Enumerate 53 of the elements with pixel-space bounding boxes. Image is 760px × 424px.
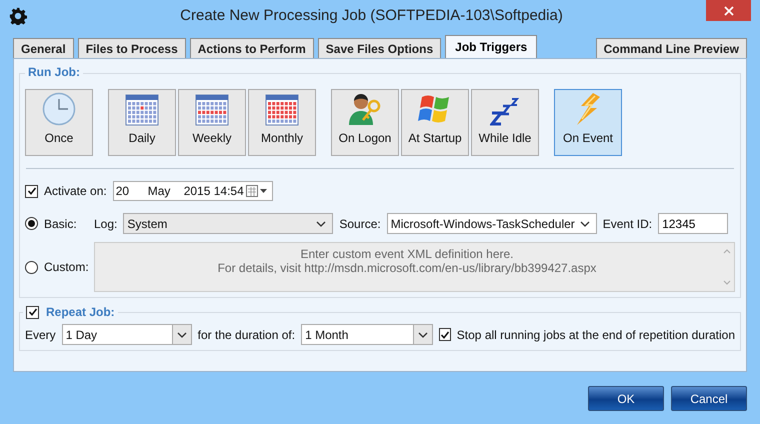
checkbox[interactable] <box>26 306 39 318</box>
tab[interactable]: Files to Process <box>78 38 186 58</box>
date-time-picker[interactable]: 20 May 2015 14:54 <box>112 181 273 201</box>
group-label: Repeat Job: <box>46 305 115 319</box>
tab[interactable]: Actions to Perform <box>190 38 314 58</box>
trigger-button[interactable]: At Startup <box>401 89 469 156</box>
checkbox[interactable] <box>25 184 38 198</box>
calendar-dropdown-icon <box>246 185 268 197</box>
trigger-button[interactable]: On Logon <box>331 89 399 156</box>
trigger-button[interactable]: Daily <box>108 89 176 156</box>
dialog-button[interactable]: OK <box>588 386 664 411</box>
checkbox-label: Activate on: <box>44 184 107 198</box>
checkbox[interactable] <box>438 328 451 341</box>
trigger-button[interactable]: On Event <box>554 89 622 156</box>
field-label: Source: <box>339 216 381 230</box>
window-title: Create New Processing Job (SOFTPEDIA-103\Softpedia) <box>179 7 564 24</box>
sleep-icon <box>490 96 520 126</box>
close-button[interactable] <box>706 0 751 21</box>
calendar-icon <box>265 94 299 126</box>
radio-button[interactable] <box>25 217 38 230</box>
trigger-button[interactable]: Weekly <box>178 89 246 156</box>
event-id-field[interactable]: 12345 <box>658 213 728 234</box>
chevron-down-icon <box>316 220 326 226</box>
chevron-down-icon <box>176 332 187 338</box>
field-label: Log: <box>94 216 118 230</box>
gear-icon[interactable] <box>9 7 27 25</box>
trigger-button[interactable]: Once <box>25 89 93 156</box>
tab[interactable]: Job Triggers <box>445 35 538 58</box>
checkbox-label: Stop all running jobs at the end of repetition duration <box>456 328 735 342</box>
field-label: for the duration of: <box>198 328 296 342</box>
radio-label: Custom: <box>44 260 88 274</box>
duration-dropdown[interactable]: 1 Month <box>301 324 433 345</box>
source-dropdown[interactable]: Microsoft-Windows-TaskScheduler <box>386 213 597 234</box>
field-label: Event ID: <box>602 216 652 230</box>
log-dropdown[interactable]: System <box>123 213 334 234</box>
tab[interactable]: Command Line Preview <box>596 38 747 58</box>
chevron-down-icon <box>580 220 590 226</box>
chevron-down-icon <box>418 332 428 338</box>
close-icon <box>724 6 734 16</box>
dialog-button[interactable]: Cancel <box>671 386 747 411</box>
field-label: Every <box>25 328 56 342</box>
tab[interactable]: General <box>13 38 74 58</box>
group-label: Run Job: <box>25 65 83 79</box>
trigger-button[interactable]: While Idle <box>471 89 539 156</box>
calendar-icon <box>125 94 159 126</box>
interval-dropdown[interactable]: 1 Day <box>62 324 192 345</box>
clock-icon <box>42 92 76 126</box>
tab[interactable]: Save Files Options <box>318 38 442 58</box>
calendar-icon <box>195 94 229 126</box>
user-key-icon <box>348 92 382 126</box>
radio-button[interactable] <box>25 260 38 274</box>
trigger-button[interactable]: Monthly <box>248 89 316 156</box>
radio-label: Basic: <box>44 216 78 230</box>
